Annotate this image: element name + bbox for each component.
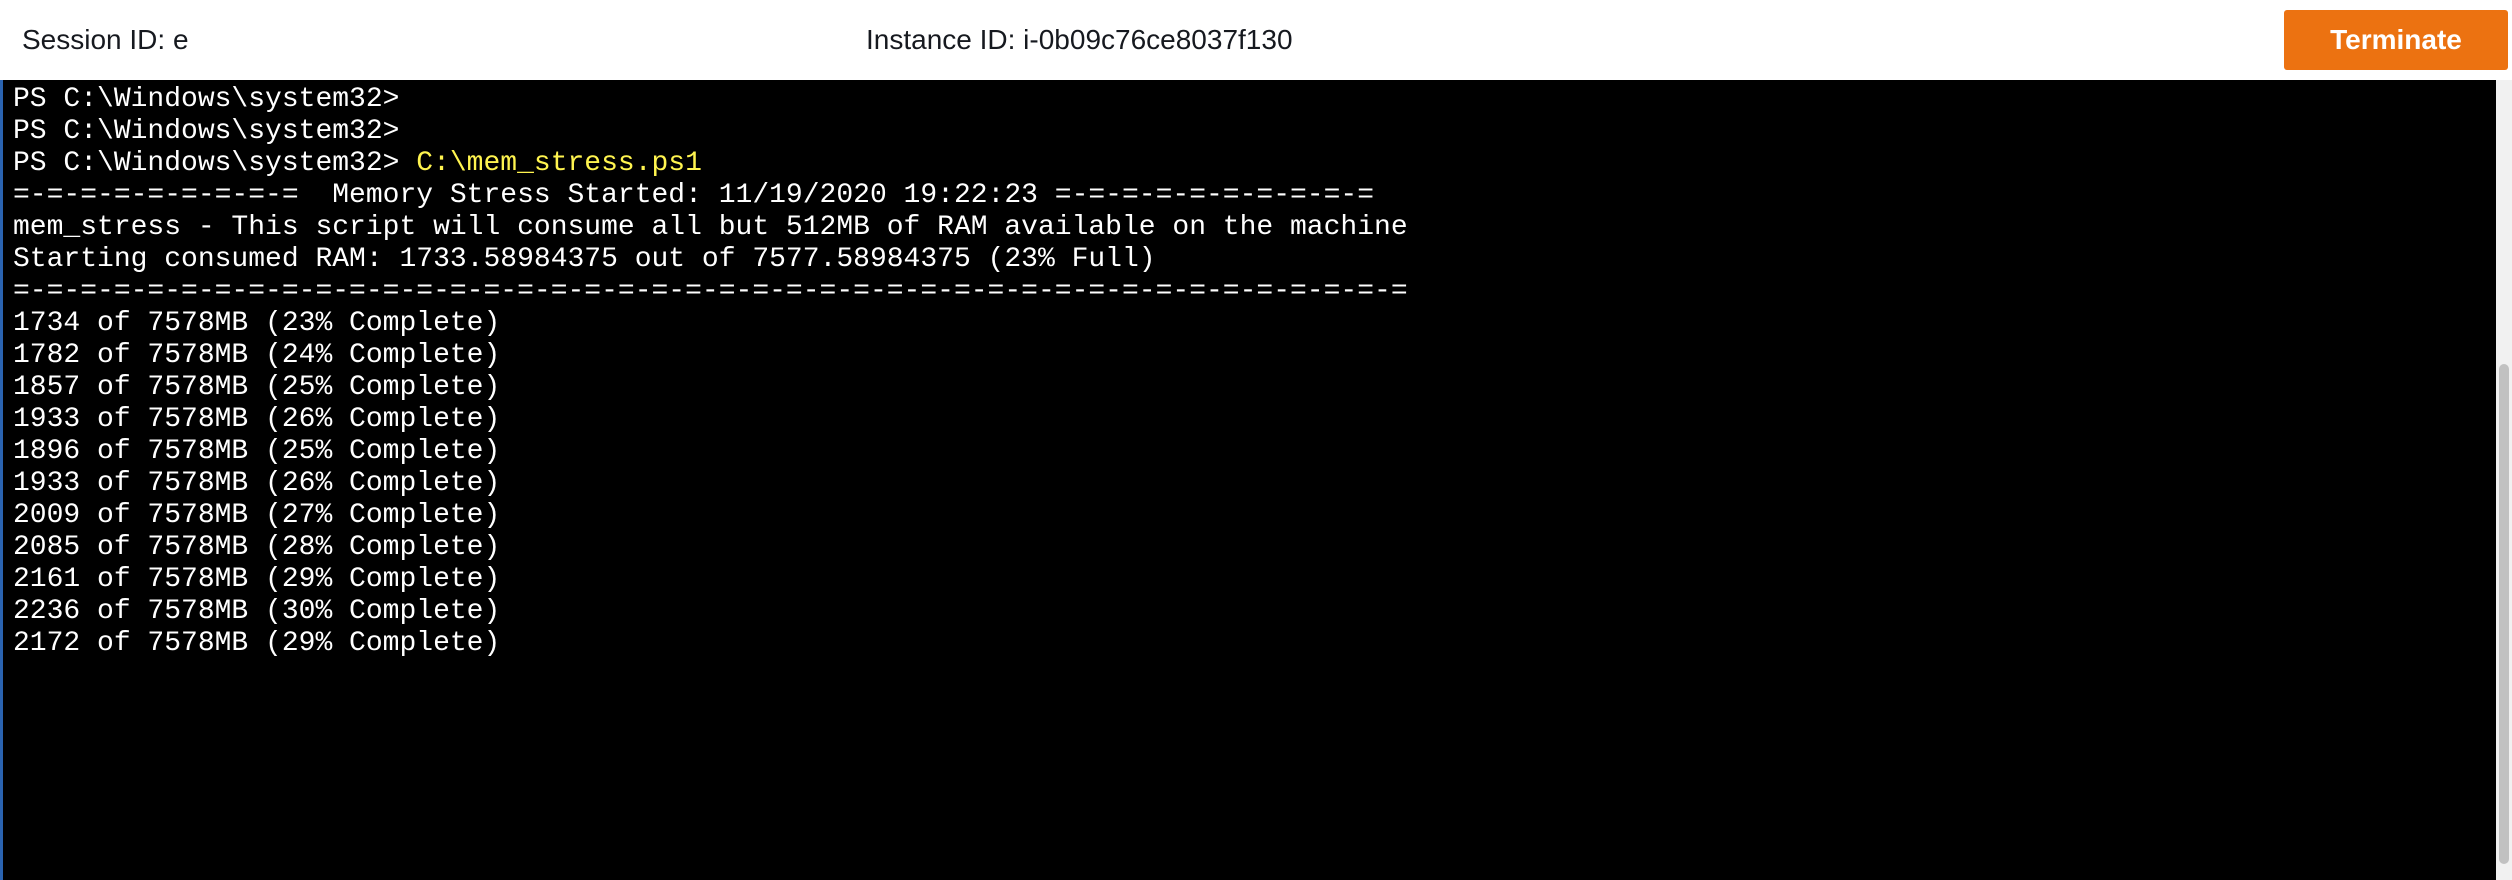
- scrollbar-thumb[interactable]: [2499, 364, 2509, 864]
- session-header: Session ID: ep Instance ID: i-0b09c76ce8…: [0, 0, 2512, 80]
- progress-line: 2172 of 7578MB (29% Complete): [13, 628, 501, 659]
- separator-line: =-=-=-=-=-=-=-=-=-=-=-=-=-=-=-=-=-=-=-=-…: [13, 276, 1408, 307]
- progress-line: 1933 of 7578MB (26% Complete): [13, 404, 501, 435]
- stress-banner-line: =-=-=-=-=-=-=-=-= Memory Stress Started:…: [13, 180, 1375, 211]
- progress-line: 1933 of 7578MB (26% Complete): [13, 468, 501, 499]
- terminal-command-line: PS C:\Windows\system32> C:\mem_stress.ps…: [13, 148, 1408, 180]
- progress-line: 1734 of 7578MB (23% Complete): [13, 308, 501, 339]
- progress-line: 2009 of 7578MB (27% Complete): [13, 500, 501, 531]
- progress-line: 2085 of 7578MB (28% Complete): [13, 532, 501, 563]
- command-text: C:\mem_stress.ps1: [416, 148, 702, 179]
- instance-id-label: Instance ID: i-0b09c76ce8037f130: [866, 24, 1293, 55]
- terminate-button[interactable]: Terminate: [2284, 10, 2508, 70]
- session-id-label: Session ID: ep: [22, 24, 190, 55]
- progress-line: 2161 of 7578MB (29% Complete): [13, 564, 501, 595]
- vertical-scrollbar[interactable]: [2496, 80, 2512, 880]
- progress-line: 1782 of 7578MB (24% Complete): [13, 340, 501, 371]
- terminal-output: PS C:\Windows\system32> PS C:\Windows\sy…: [13, 84, 1408, 660]
- terminal-window[interactable]: PS C:\Windows\system32> PS C:\Windows\sy…: [0, 80, 2496, 880]
- progress-line: 1896 of 7578MB (25% Complete): [13, 436, 501, 467]
- command-prompt: PS C:\Windows\system32>: [13, 148, 417, 179]
- starting-ram-line: Starting consumed RAM: 1733.58984375 out…: [13, 244, 1156, 275]
- terminal-prompt-line: PS C:\Windows\system32>: [13, 84, 400, 115]
- progress-line: 2236 of 7578MB (30% Complete): [13, 596, 501, 627]
- terminal-prompt-line: PS C:\Windows\system32>: [13, 116, 400, 147]
- progress-line: 1857 of 7578MB (25% Complete): [13, 372, 501, 403]
- stress-description-line: mem_stress - This script will consume al…: [13, 212, 1408, 243]
